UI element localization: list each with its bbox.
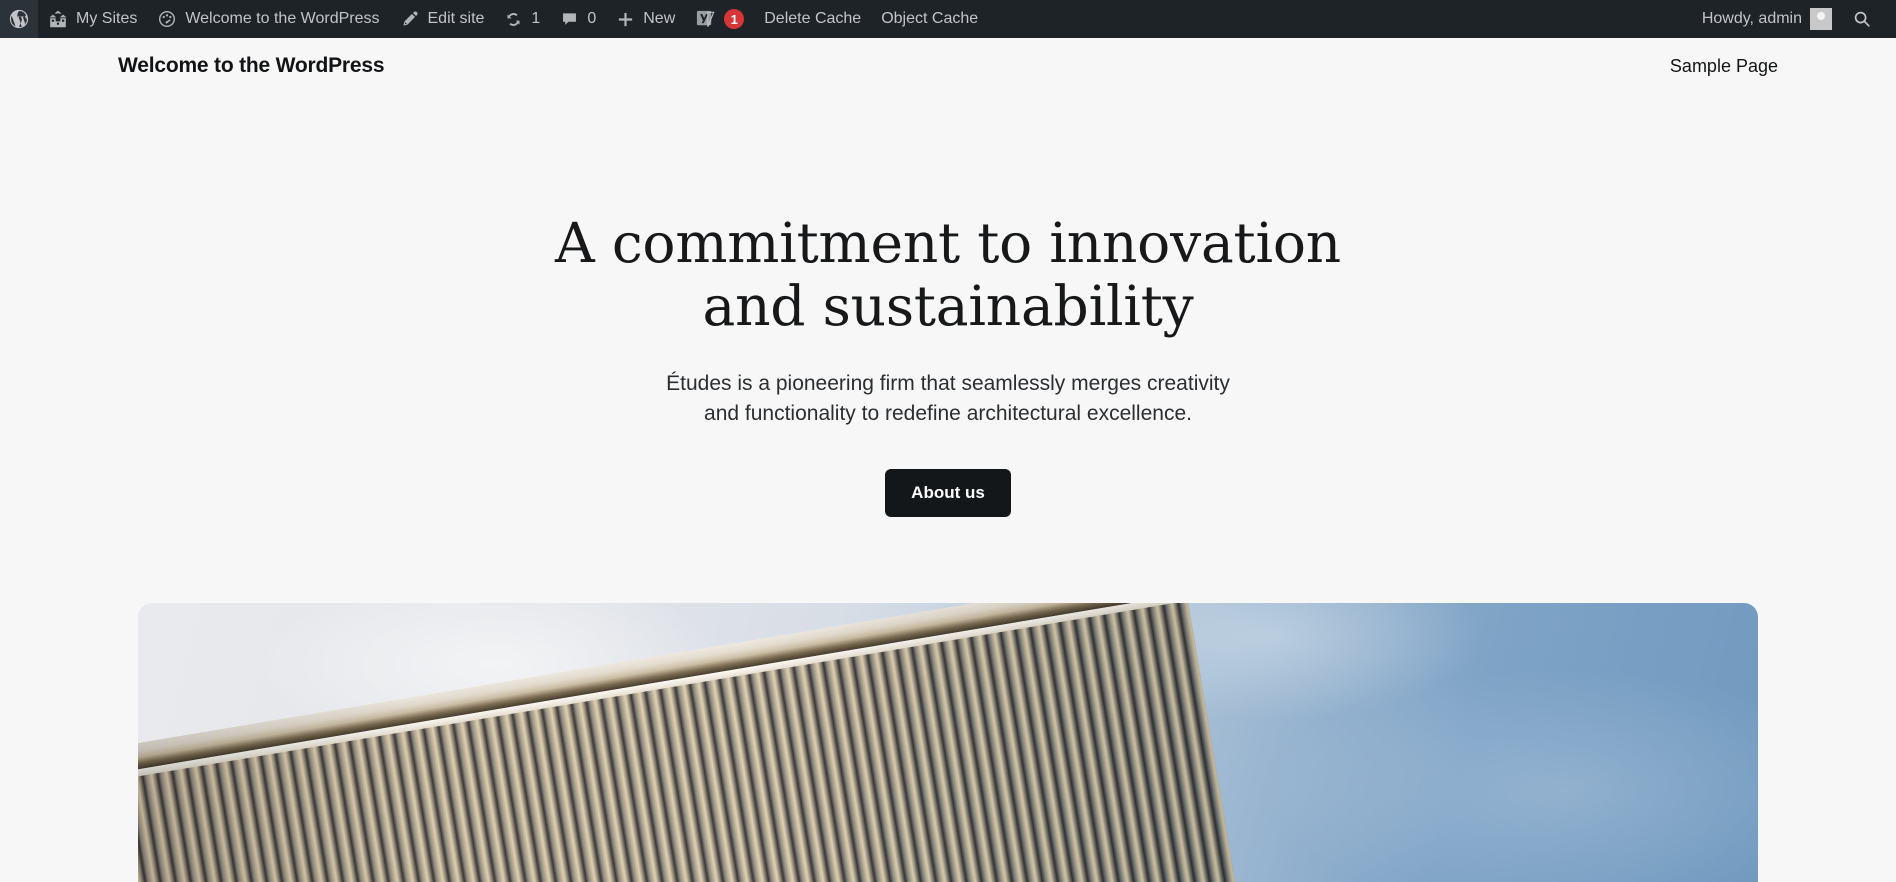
admin-bar-item-my-sites[interactable]: My Sites (38, 0, 147, 38)
admin-bar-label-object-cache: Object Cache (881, 10, 979, 27)
comment-icon (560, 10, 579, 29)
primary-navigation: Sample Page (1670, 56, 1778, 77)
admin-bar-label-my-sites: My Sites (76, 10, 138, 27)
admin-bar-item-my-account[interactable]: Howdy, admin (1692, 0, 1842, 38)
wordpress-logo-icon (8, 8, 30, 30)
about-us-button[interactable]: About us (885, 469, 1011, 517)
wp-admin-bar: My Sites Welcome to the WordPress Edit s… (0, 0, 1896, 38)
main-content: A commitment to innovation and sustainab… (0, 94, 1896, 882)
updates-icon (504, 10, 523, 29)
admin-bar-item-updates[interactable]: 1 (494, 0, 550, 38)
wordpress-logo-menu[interactable] (0, 0, 38, 38)
avatar (1810, 8, 1832, 30)
admin-bar-item-comments[interactable]: 0 (550, 0, 606, 38)
admin-bar-label-edit-site: Edit site (427, 10, 485, 27)
plus-icon (616, 10, 635, 29)
comments-count: 0 (587, 10, 597, 27)
admin-bar-item-yoast-seo[interactable]: 1 (685, 0, 754, 38)
hero-subtitle: Études is a pioneering firm that seamles… (666, 372, 1230, 426)
account-greeting: Howdy, admin (1701, 10, 1802, 27)
admin-bar-label-new: New (643, 10, 676, 27)
admin-bar-item-delete-cache[interactable]: Delete Cache (754, 0, 871, 38)
hero-title-line-1: A commitment to innovation (555, 211, 1341, 275)
edit-site-icon (400, 9, 420, 29)
yoast-notification-badge: 1 (724, 9, 745, 29)
admin-bar-left-group: My Sites Welcome to the WordPress Edit s… (0, 0, 988, 38)
hero-section: A commitment to innovation and sustainab… (0, 94, 1896, 517)
admin-bar-item-search[interactable] (1842, 0, 1882, 38)
site-title[interactable]: Welcome to the WordPress (118, 54, 385, 78)
yoast-icon (695, 9, 716, 30)
updates-count: 1 (531, 10, 541, 27)
admin-bar-item-object-cache[interactable]: Object Cache (871, 0, 988, 38)
search-icon (1852, 9, 1872, 29)
admin-bar-item-site-name[interactable]: Welcome to the WordPress (147, 0, 389, 38)
admin-bar-label-site-name: Welcome to the WordPress (185, 10, 380, 27)
hero-image (138, 603, 1758, 882)
hero-title-line-2: and sustainability (702, 273, 1194, 338)
admin-bar-item-new-content[interactable]: New (606, 0, 685, 38)
sites-icon (48, 9, 68, 29)
site-header: Welcome to the WordPress Sample Page (0, 38, 1896, 94)
admin-bar-right-group: Howdy, admin (1692, 0, 1896, 38)
dashboard-icon (157, 9, 177, 29)
nav-link-sample-page[interactable]: Sample Page (1670, 56, 1778, 77)
admin-bar-item-edit-site[interactable]: Edit site (390, 0, 495, 38)
admin-bar-label-delete-cache: Delete Cache (764, 10, 862, 27)
hero-title: A commitment to innovation and sustainab… (555, 212, 1341, 337)
